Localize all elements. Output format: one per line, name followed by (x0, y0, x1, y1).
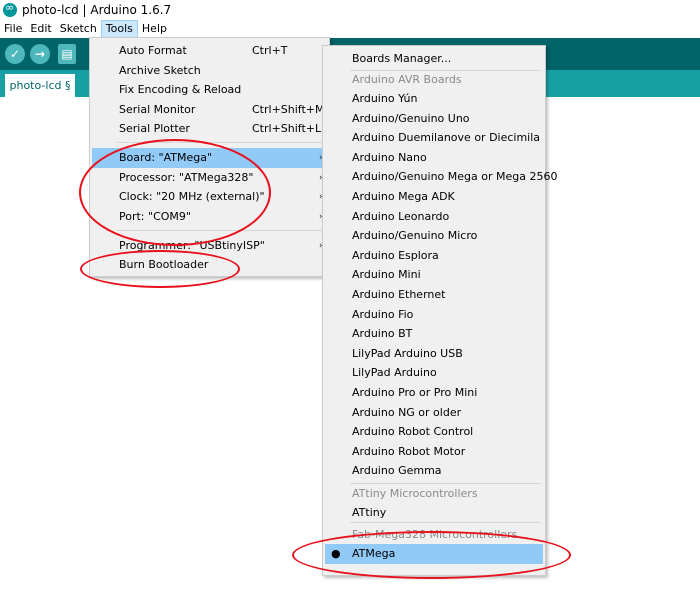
menu-item-label: Arduino Fio (352, 307, 414, 321)
board-item[interactable]: Arduino Mini (323, 265, 545, 285)
menu-item-label: ATtiny (352, 506, 387, 519)
menu-item-clock[interactable]: Clock: "20 MHz (external)" › (90, 187, 329, 207)
menu-section-label: ATtiny Microcontrollers (352, 487, 478, 500)
menu-item-label: Arduino/Genuino Uno (352, 111, 470, 125)
new-icon[interactable]: ▤ (58, 44, 76, 64)
menu-item-label: Boards Manager... (352, 52, 452, 65)
menu-item-label: Arduino Nano (352, 150, 427, 164)
arduino-icon (3, 1, 17, 17)
menu-section-label: Fab-Mega328 Microcontrollers (352, 528, 518, 541)
board-item[interactable]: Arduino/Genuino Uno (323, 109, 545, 129)
menu-item-label: Arduino Mini (352, 268, 421, 282)
menu-item-label: Arduino Leonardo (352, 209, 450, 223)
menu-item-label: Arduino Gemma (352, 464, 442, 478)
menu-item-label: Arduino Ethernet (352, 288, 446, 301)
board-item[interactable]: Arduino Yún (323, 89, 545, 109)
menu-item-label: Arduino Robot Motor (352, 444, 466, 458)
verify-icon[interactable]: ✓ (5, 44, 25, 64)
menu-item-label: Programmer: "USBtinyISP" (119, 239, 265, 252)
board-item[interactable]: Arduino Fio (323, 305, 545, 325)
menu-item-label: LilyPad Arduino USB (352, 346, 463, 360)
menu-separator (117, 142, 325, 143)
boards-submenu: Boards Manager... Arduino AVR Boards Ard… (322, 45, 557, 576)
board-item[interactable]: Arduino/Genuino Micro (323, 226, 545, 246)
menu-separator (117, 230, 325, 231)
menu-file[interactable]: File (0, 20, 26, 38)
menu-item-label: Port: "COM9" (119, 210, 191, 223)
menu-item-label: Processor: "ATMega328" (119, 171, 254, 184)
menu-item-label: Arduino NG or older (352, 405, 462, 419)
menu-item-label: ATMega (352, 547, 396, 560)
menu-item-label: Arduino Yún (352, 92, 418, 105)
menu-item-auto-format[interactable]: Auto Format Ctrl+T (90, 41, 329, 61)
menu-item-fix-encoding[interactable]: Fix Encoding & Reload (90, 80, 329, 100)
menu-item-label: Arduino/Genuino Mega or Mega 2560 (352, 170, 558, 184)
board-item[interactable]: Arduino Pro or Pro Mini (323, 383, 545, 403)
board-item[interactable]: Arduino Leonardo (323, 207, 545, 227)
title-bar: photo-lcd | Arduino 1.6.7 (0, 0, 700, 20)
menu-item-label: Board: "ATMega" (119, 151, 213, 164)
menu-item-shortcut: Ctrl+Shift+L (252, 122, 322, 135)
menu-item-burn-bootloader[interactable]: Burn Bootloader (90, 255, 329, 275)
board-item[interactable]: Arduino Robot Motor (323, 442, 545, 462)
menu-section-label: Arduino AVR Boards (352, 73, 462, 86)
board-item[interactable]: Arduino NG or older (323, 403, 545, 423)
board-item-atmega-selected[interactable]: ● ATMega (325, 544, 543, 564)
menu-item-shortcut: Ctrl+T (252, 44, 288, 57)
board-item[interactable]: Arduino/Genuino Mega or Mega 2560 (323, 167, 557, 187)
menu-item-processor[interactable]: Processor: "ATMega328" › (90, 168, 329, 188)
board-item[interactable]: Arduino Gemma (323, 461, 545, 481)
menu-item-label: Arduino Robot Control (352, 425, 474, 439)
selected-bullet-icon: ● (331, 547, 341, 560)
menu-item-serial-plotter[interactable]: Serial Plotter Ctrl+Shift+L (90, 119, 329, 139)
board-item[interactable]: Arduino Duemilanove or Diecimila (323, 128, 545, 148)
board-item[interactable]: Arduino Mega ADK (323, 187, 545, 207)
board-item[interactable]: Arduino Ethernet (323, 285, 545, 305)
menu-item-label: Serial Monitor (119, 103, 196, 116)
menu-separator (350, 522, 541, 523)
menu-sketch[interactable]: Sketch (56, 20, 101, 38)
menu-item-shortcut: Ctrl+Shift+M (252, 103, 325, 116)
attiny-header: ATtiny Microcontrollers (323, 484, 545, 504)
menu-bar: File Edit Sketch Tools Help (0, 20, 700, 38)
menu-item-label: Archive Sketch (119, 64, 201, 77)
menu-item-label: Arduino/Genuino Micro (352, 229, 478, 243)
menu-item-label: Arduino Esplora (352, 248, 439, 262)
board-item[interactable]: LilyPad Arduino (323, 363, 545, 383)
board-item-attiny[interactable]: ATtiny (323, 503, 545, 523)
window-title: photo-lcd | Arduino 1.6.7 (22, 3, 172, 17)
menu-item-port[interactable]: Port: "COM9" › (90, 207, 329, 227)
menu-edit[interactable]: Edit (26, 20, 55, 38)
menu-item-board[interactable]: Board: "ATMega" › (92, 148, 327, 168)
menu-item-archive-sketch[interactable]: Archive Sketch (90, 61, 329, 81)
board-item[interactable]: Arduino Nano (323, 148, 545, 168)
menu-item-label: Fix Encoding & Reload (119, 83, 242, 96)
board-item[interactable]: Arduino Robot Control (323, 422, 545, 442)
menu-item-label: Arduino BT (352, 327, 413, 341)
board-item[interactable]: Arduino BT (323, 324, 545, 344)
fab-mega-header: Fab-Mega328 Microcontrollers (323, 525, 545, 545)
menu-item-label: Burn Bootloader (119, 258, 209, 271)
board-item[interactable]: LilyPad Arduino USB (323, 344, 545, 364)
upload-icon[interactable]: → (30, 44, 50, 64)
board-item[interactable]: Arduino Esplora (323, 246, 545, 266)
boards-manager-item[interactable]: Boards Manager... (323, 49, 545, 69)
tab-photo-lcd[interactable]: photo-lcd § (5, 74, 75, 97)
menu-tools[interactable]: Tools (100, 20, 138, 38)
menu-item-label: LilyPad Arduino (352, 366, 437, 380)
menu-item-label: Serial Plotter (119, 122, 190, 135)
menu-item-label: Arduino Mega ADK (352, 190, 455, 203)
menu-item-serial-monitor[interactable]: Serial Monitor Ctrl+Shift+M (90, 100, 329, 120)
menu-item-label: Arduino Pro or Pro Mini (352, 386, 478, 399)
menu-item-label: Arduino Duemilanove or Diecimila (352, 131, 541, 145)
menu-help[interactable]: Help (138, 20, 171, 38)
menu-item-programmer[interactable]: Programmer: "USBtinyISP" › (90, 236, 329, 256)
menu-item-label: Auto Format (119, 44, 187, 57)
avr-boards-header: Arduino AVR Boards (323, 70, 545, 90)
tools-menu: Auto Format Ctrl+T Archive Sketch Fix En… (89, 37, 330, 277)
menu-item-label: Clock: "20 MHz (external)" (119, 190, 265, 203)
